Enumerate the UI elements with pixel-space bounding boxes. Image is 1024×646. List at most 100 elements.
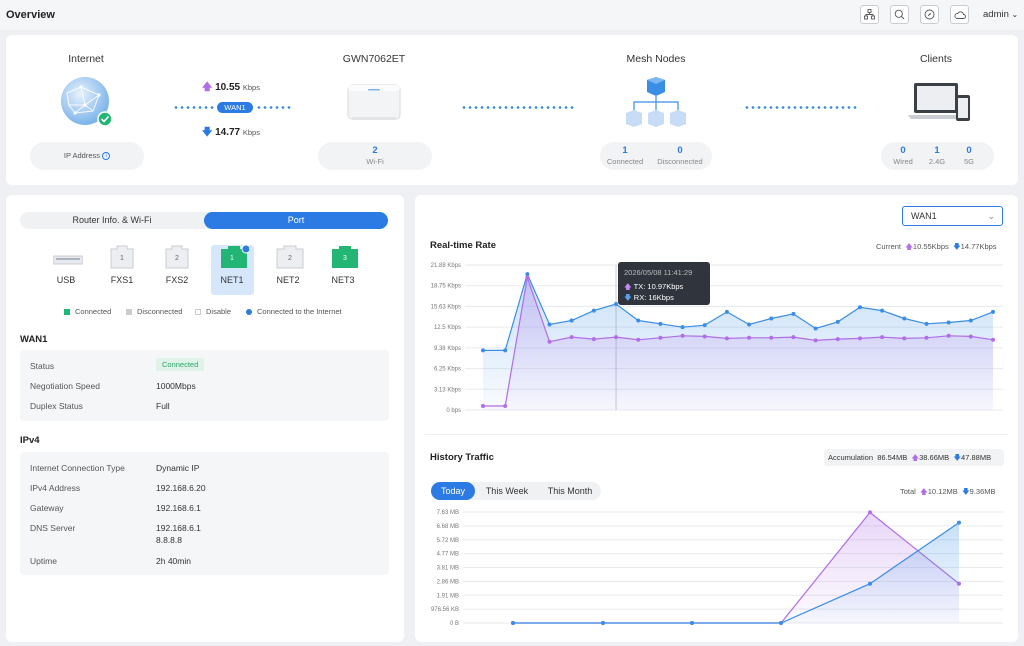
data-point[interactable]	[857, 336, 862, 341]
history-title: History Traffic	[430, 452, 494, 463]
port-net3[interactable]: 3 NET3	[322, 245, 364, 285]
port-usb[interactable]: USB	[45, 245, 87, 285]
data-point[interactable]	[880, 308, 885, 313]
tab-port[interactable]: Port	[204, 212, 388, 229]
data-point[interactable]	[957, 520, 961, 525]
tab-router-info[interactable]: Router Info. & Wi-Fi	[20, 212, 204, 229]
mesh-dotted-line	[461, 106, 575, 109]
data-point[interactable]	[791, 311, 796, 316]
y-tick-label: 4.77 MB	[437, 552, 459, 558]
data-point[interactable]	[680, 325, 685, 330]
data-point[interactable]	[747, 335, 752, 340]
connection-type-value: Dynamic IP	[156, 463, 200, 473]
data-point[interactable]	[481, 348, 485, 353]
data-point[interactable]	[924, 321, 929, 326]
data-point[interactable]	[724, 309, 729, 314]
data-point[interactable]	[857, 305, 862, 310]
data-point[interactable]	[702, 334, 707, 339]
traffic-card: WAN1 ⌄ Real-time Rate Current 🡅10.55Kbps…	[415, 195, 1018, 642]
data-point[interactable]	[724, 336, 729, 341]
info-icon[interactable]: i	[102, 152, 111, 161]
realtime-title: Real-time Rate	[430, 240, 496, 251]
mesh-pill[interactable]: 1 Connected 0 Disconnected	[600, 142, 712, 170]
compass-icon[interactable]	[920, 5, 939, 24]
data-point[interactable]	[547, 339, 552, 344]
wan-select[interactable]: WAN1 ⌄	[902, 206, 1003, 226]
data-point[interactable]	[813, 326, 818, 331]
data-point[interactable]	[769, 316, 774, 321]
tab-today[interactable]: Today	[431, 482, 475, 500]
data-point[interactable]	[968, 334, 973, 339]
data-point[interactable]	[511, 621, 515, 625]
data-point[interactable]	[658, 335, 663, 340]
data-point[interactable]	[902, 336, 907, 341]
port-net2[interactable]: 2 NET2	[267, 245, 309, 285]
ip-address-pill: IP Address i	[30, 142, 144, 170]
port-net1[interactable]: 1 NET1	[211, 244, 253, 285]
mesh-connected-count: 1	[622, 145, 628, 156]
ipv4-address-value: 192.168.6.20	[156, 483, 206, 493]
data-point[interactable]	[835, 337, 840, 342]
wifi-pill[interactable]: 2 Wi-Fi	[318, 142, 432, 170]
user-name: admin	[983, 9, 1009, 20]
data-point[interactable]	[569, 318, 574, 323]
data-point[interactable]	[569, 335, 574, 340]
user-menu[interactable]: admin ⌄	[983, 9, 1018, 20]
data-point[interactable]	[591, 337, 596, 342]
data-point[interactable]	[636, 318, 641, 323]
data-point[interactable]	[902, 316, 907, 321]
data-point[interactable]	[880, 335, 885, 340]
data-point[interactable]	[791, 335, 796, 340]
data-point[interactable]	[968, 318, 973, 323]
info-tabs: Router Info. & Wi-Fi Port	[20, 212, 388, 229]
data-point[interactable]	[636, 337, 641, 342]
port-fxs1[interactable]: 1 FXS1	[101, 245, 143, 285]
clients-dotted-line	[744, 106, 858, 109]
data-point[interactable]	[702, 323, 707, 328]
search-zoom-icon[interactable]	[890, 5, 909, 24]
topology-icon[interactable]	[860, 5, 879, 24]
data-point[interactable]	[601, 621, 605, 625]
arrow-down-icon: 🡇	[953, 453, 962, 462]
mesh-disconnected-label: Disconnected	[657, 157, 703, 166]
data-point[interactable]	[813, 338, 818, 343]
clients-title: Clients	[919, 53, 953, 65]
data-point[interactable]	[868, 581, 872, 586]
data-point[interactable]	[769, 335, 774, 340]
port-fxs2[interactable]: 2 FXS2	[156, 245, 198, 285]
data-point[interactable]	[924, 335, 929, 340]
data-point[interactable]	[658, 321, 663, 326]
chart-tooltip: 2026/05/08 11:41:29 🡅 TX: 10.97Kbps 🡇 RX…	[618, 262, 710, 305]
ipv4-info-panel: Internet Connection Type Dynamic IP IPv4…	[20, 452, 389, 575]
topology-card: Internet IP Address i 🡅 10.55 Kbps WAN1 …	[6, 35, 1018, 185]
cloud-icon[interactable]	[950, 5, 969, 24]
tab-this-week[interactable]: This Week	[475, 482, 539, 500]
data-point[interactable]	[991, 337, 995, 342]
data-point[interactable]	[614, 335, 619, 340]
data-point[interactable]	[481, 404, 485, 409]
clients-pill[interactable]: 0 Wired 1 2.4G 0 5G	[881, 142, 994, 170]
data-point[interactable]	[946, 320, 951, 325]
data-point[interactable]	[747, 322, 752, 327]
data-point[interactable]	[868, 510, 872, 515]
port-number: 2	[288, 255, 292, 262]
port-number: 1	[230, 255, 234, 262]
data-point[interactable]	[991, 309, 995, 314]
data-point[interactable]	[835, 319, 840, 324]
realtime-current: Current 🡅10.55Kbps 🡇14.77Kbps	[876, 242, 997, 251]
data-point[interactable]	[591, 308, 596, 313]
data-point[interactable]	[690, 621, 694, 625]
ethernet-port-icon: 2	[275, 245, 304, 269]
chevron-down-icon: ⌄	[1011, 10, 1019, 19]
data-point[interactable]	[946, 333, 951, 338]
data-point[interactable]	[503, 348, 508, 353]
wired-label: Wired	[893, 157, 913, 166]
data-point[interactable]	[680, 333, 685, 338]
data-point[interactable]	[525, 275, 530, 280]
tab-this-month[interactable]: This Month	[539, 482, 601, 500]
ip-address-label: IP Address	[63, 151, 101, 160]
data-point[interactable]	[547, 322, 552, 327]
data-point[interactable]	[503, 404, 508, 409]
y-tick-label: 1.91 MB	[437, 593, 459, 599]
data-point[interactable]	[779, 621, 783, 625]
